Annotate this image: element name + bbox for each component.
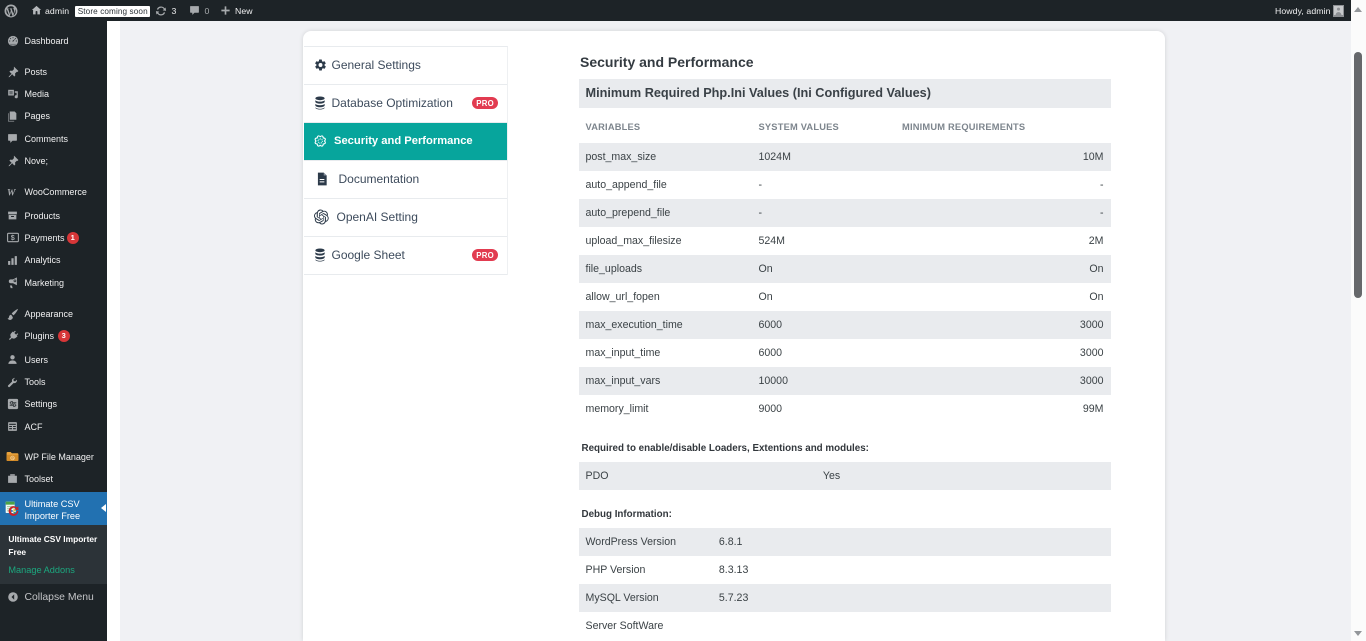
svg-text:w: w xyxy=(11,455,14,460)
svg-text:$: $ xyxy=(10,234,14,243)
svg-text:W: W xyxy=(7,188,16,198)
